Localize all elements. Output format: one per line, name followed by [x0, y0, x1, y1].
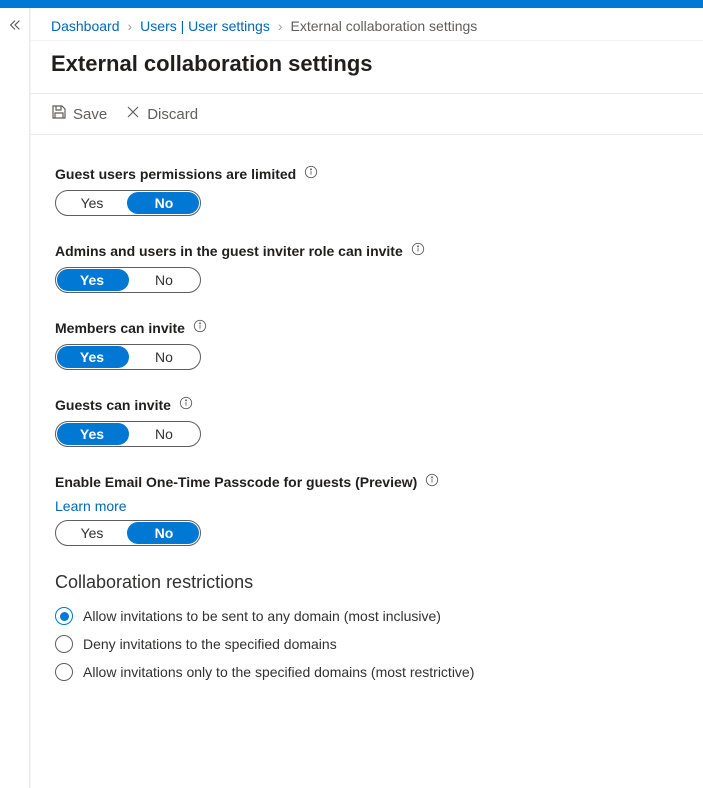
radio-label: Allow invitations to be sent to any doma…: [83, 608, 441, 624]
toggle-no[interactable]: No: [128, 268, 200, 292]
radio-label: Allow invitations only to the specified …: [83, 664, 474, 680]
toggle-no[interactable]: No: [128, 521, 200, 545]
field-label: Members can invite: [55, 320, 185, 336]
chevron-right-icon: ›: [278, 18, 283, 34]
info-icon[interactable]: [304, 165, 318, 182]
radio-icon: [55, 635, 73, 653]
restrictions-title: Collaboration restrictions: [55, 572, 679, 593]
discard-button[interactable]: Discard: [125, 104, 198, 124]
toggle-guests-invite[interactable]: Yes No: [55, 421, 201, 447]
field-admins-inviter: Admins and users in the guest inviter ro…: [55, 242, 679, 293]
field-guests-invite: Guests can invite Yes No: [55, 396, 679, 447]
field-otp: Enable Email One-Time Passcode for guest…: [55, 473, 679, 546]
radio-deny-specified[interactable]: Deny invitations to the specified domain…: [55, 635, 679, 653]
breadcrumb-users[interactable]: Users | User settings: [140, 18, 270, 34]
toggle-no[interactable]: No: [128, 422, 200, 446]
field-label: Guest users permissions are limited: [55, 166, 296, 182]
chevron-right-icon: ›: [128, 18, 133, 34]
save-button[interactable]: Save: [51, 104, 107, 124]
radio-allow-specified[interactable]: Allow invitations only to the specified …: [55, 663, 679, 681]
radio-icon: [55, 607, 73, 625]
field-label: Enable Email One-Time Passcode for guest…: [55, 474, 417, 490]
toggle-admins-inviter[interactable]: Yes No: [55, 267, 201, 293]
breadcrumb-current: External collaboration settings: [291, 18, 478, 34]
toggle-yes[interactable]: Yes: [56, 268, 128, 292]
collapse-rail[interactable]: [0, 8, 30, 788]
breadcrumb: Dashboard › Users | User settings › Exte…: [31, 8, 703, 41]
toggle-no[interactable]: No: [128, 191, 200, 215]
radio-label: Deny invitations to the specified domain…: [83, 636, 337, 652]
field-members-invite: Members can invite Yes No: [55, 319, 679, 370]
restrictions-group: Allow invitations to be sent to any doma…: [55, 607, 679, 681]
radio-allow-any[interactable]: Allow invitations to be sent to any doma…: [55, 607, 679, 625]
field-guest-limited: Guest users permissions are limited Yes …: [55, 165, 679, 216]
learn-more-link[interactable]: Learn more: [55, 498, 127, 514]
command-bar: Save Discard: [31, 93, 703, 135]
toggle-yes[interactable]: Yes: [56, 422, 128, 446]
toggle-no[interactable]: No: [128, 345, 200, 369]
top-band: [0, 0, 703, 8]
breadcrumb-dashboard[interactable]: Dashboard: [51, 18, 120, 34]
info-icon[interactable]: [425, 473, 439, 490]
save-icon: [51, 104, 67, 124]
field-label: Admins and users in the guest inviter ro…: [55, 243, 403, 259]
toggle-yes[interactable]: Yes: [56, 345, 128, 369]
chevron-double-left-icon: [8, 18, 22, 788]
info-icon[interactable]: [179, 396, 193, 413]
info-icon[interactable]: [411, 242, 425, 259]
toggle-yes[interactable]: Yes: [56, 521, 128, 545]
close-icon: [125, 104, 141, 124]
info-icon[interactable]: [193, 319, 207, 336]
save-label: Save: [73, 106, 107, 123]
toggle-guest-limited[interactable]: Yes No: [55, 190, 201, 216]
toggle-otp[interactable]: Yes No: [55, 520, 201, 546]
toggle-members-invite[interactable]: Yes No: [55, 344, 201, 370]
field-label: Guests can invite: [55, 397, 171, 413]
radio-icon: [55, 663, 73, 681]
toggle-yes[interactable]: Yes: [56, 191, 128, 215]
page-title: External collaboration settings: [31, 41, 703, 93]
discard-label: Discard: [147, 106, 198, 123]
